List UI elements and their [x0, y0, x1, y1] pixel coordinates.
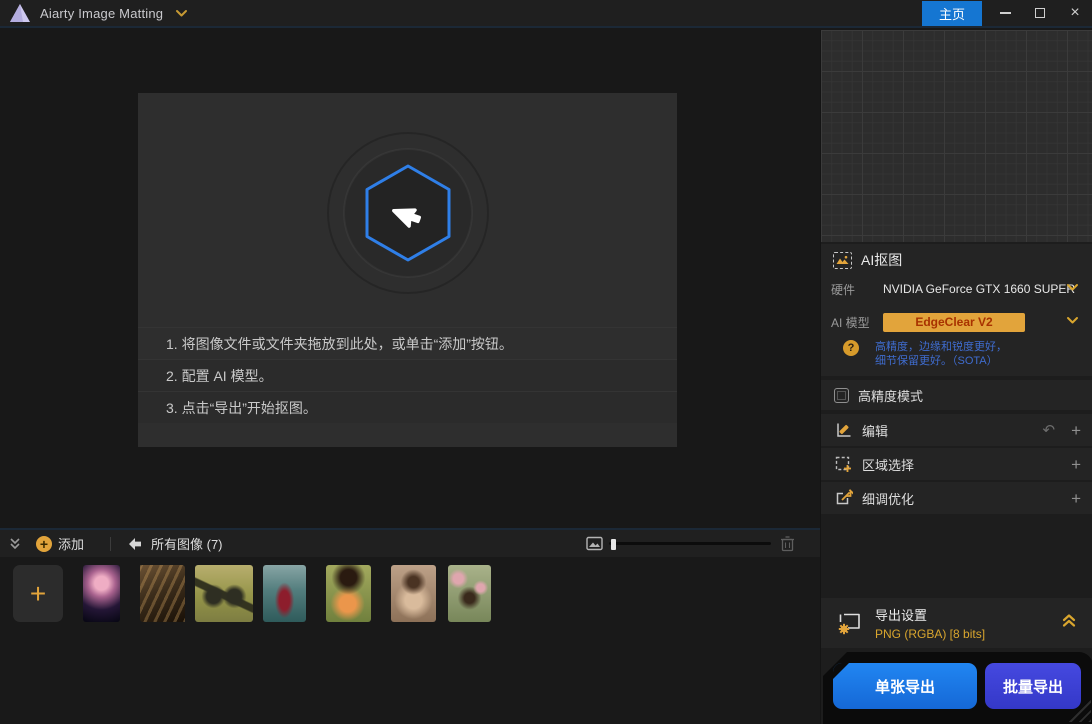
panel-region-expand-icon[interactable]: + [1071, 456, 1081, 473]
model-chevron-down-icon[interactable] [1066, 316, 1079, 325]
export-settings-texts: 导出设置 PNG (RGBA) [8 bits] [875, 605, 985, 641]
thumbnail-size-image-icon [586, 536, 603, 551]
instruction-step-1: 1. 将图像文件或文件夹拖放到此处，或单击“添加”按钮。 [138, 327, 677, 359]
slider-handle[interactable] [611, 539, 616, 550]
delete-image-button[interactable] [780, 535, 795, 552]
export-settings-icon [835, 608, 865, 638]
drop-area[interactable]: 1. 将图像文件或文件夹拖放到此处，或单击“添加”按钮。 2. 配置 AI 模型… [138, 93, 677, 447]
thumbnail-mountain-bike[interactable] [195, 565, 253, 622]
export-button-dock: 单张导出 批量导出 [823, 652, 1092, 724]
minimize-button[interactable] [992, 0, 1018, 26]
instruction-step-3: 3. 点击“导出”开始抠图。 [138, 391, 677, 423]
panel-edit-label: 编辑 [862, 421, 888, 440]
preview-transparency-grid [821, 30, 1092, 242]
hardware-value[interactable]: NVIDIA GeForce GTX 1660 SUPER [883, 282, 1075, 296]
toolbar-divider [110, 537, 111, 551]
add-images-button[interactable]: + 添加 [36, 534, 84, 553]
all-images-label: 所有图像 (7) [151, 534, 223, 553]
model-tip-row: ? 高精度，边缘和锐度更好， 细节保留更好。（SOTA） [821, 340, 1092, 368]
edit-icon [834, 421, 853, 440]
ai-matting-icon [833, 252, 852, 269]
help-icon[interactable]: ? [843, 340, 859, 356]
trash-icon [780, 535, 795, 552]
model-tip-text: 高精度，边缘和锐度更好， 细节保留更好。（SOTA） [875, 340, 1007, 368]
collapse-panel-double-chevron-down-icon[interactable] [8, 536, 22, 551]
ai-matting-section: AI抠图 硬件 NVIDIA GeForce GTX 1660 SUPER AI… [821, 244, 1092, 376]
thumbnail-size-slider[interactable] [609, 538, 771, 550]
instruction-steps: 1. 将图像文件或文件夹拖放到此处，或单击“添加”按钮。 2. 配置 AI 模型… [138, 327, 677, 423]
model-label: AI 模型 [831, 314, 883, 331]
model-tip-line2: 细节保留更好。（SOTA） [875, 354, 1007, 368]
panel-fine-tune[interactable]: 细调优化 + [821, 482, 1092, 514]
thumbnail-size-controls [586, 530, 771, 557]
region-select-icon [834, 455, 853, 474]
app-logo-icon [8, 3, 32, 23]
minimize-icon [1000, 12, 1011, 14]
hardware-chevron-down-icon[interactable] [1066, 283, 1079, 292]
home-button[interactable]: 主页 [922, 1, 982, 26]
app-menu-chevron-down-icon[interactable] [175, 9, 188, 18]
panel-fine-tune-expand-icon[interactable]: + [1071, 490, 1081, 507]
model-row: AI 模型 EdgeClear V2 [821, 309, 1092, 335]
all-images-back-button[interactable]: 所有图像 (7) [127, 534, 223, 553]
back-arrow-icon [127, 537, 143, 551]
precision-mode-checkbox[interactable] [834, 388, 849, 403]
export-format-value: PNG (RGBA) [8 bits] [875, 627, 985, 641]
thumbnail-woman-pink-flowers[interactable] [448, 565, 491, 622]
slider-track [609, 542, 771, 545]
model-select[interactable]: EdgeClear V2 [883, 313, 1025, 332]
undo-icon[interactable]: ↶ [1042, 423, 1055, 438]
export-settings-row[interactable]: 导出设置 PNG (RGBA) [8 bits] [821, 598, 1092, 648]
maximize-icon [1035, 8, 1045, 18]
main-canvas: 1. 将图像文件或文件夹拖放到此处，或单击“添加”按钮。 2. 配置 AI 模型… [0, 30, 820, 528]
model-tip-line1: 高精度，边缘和锐度更好， [875, 340, 1007, 354]
export-settings-title: 导出设置 [875, 605, 985, 624]
thumbnail-woman-orange-bouquet[interactable] [326, 565, 371, 622]
thumbnail-forest-roots[interactable] [140, 565, 185, 622]
thumbnail-strip: + [0, 557, 820, 724]
ai-matting-title: AI抠图 [861, 250, 902, 270]
precision-mode-row: 高精度模式 [821, 380, 1092, 410]
right-sidebar: AI抠图 硬件 NVIDIA GeForce GTX 1660 SUPER AI… [820, 30, 1092, 724]
bottom-toolbar: + 添加 所有图像 (7) [0, 530, 820, 557]
precision-mode-label: 高精度模式 [858, 386, 923, 405]
maximize-button[interactable] [1027, 0, 1053, 26]
panel-region-select-label: 区域选择 [862, 455, 914, 474]
panel-edit-expand-icon[interactable]: + [1071, 422, 1081, 439]
ai-matting-header: AI抠图 [821, 244, 1092, 276]
panel-edit[interactable]: 编辑 ↶ + [821, 414, 1092, 446]
add-plus-icon: + [36, 536, 52, 552]
instruction-step-2: 2. 配置 AI 模型。 [138, 359, 677, 391]
export-double-chevron-up-icon[interactable] [1061, 612, 1077, 628]
panel-fine-tune-label: 细调优化 [862, 489, 914, 508]
thumbnail-jellyfish[interactable] [83, 565, 120, 622]
thumbnail-woman-red-dress[interactable] [263, 565, 306, 622]
title-bar: Aiarty Image Matting 主页 × [0, 0, 1092, 28]
single-export-button[interactable]: 单张导出 [833, 663, 977, 709]
hardware-row: 硬件 NVIDIA GeForce GTX 1660 SUPER [821, 276, 1092, 302]
batch-export-button[interactable]: 批量导出 [985, 663, 1081, 709]
panel-region-select[interactable]: 区域选择 + [821, 448, 1092, 480]
app-title: Aiarty Image Matting [40, 6, 163, 21]
add-label: 添加 [58, 534, 84, 553]
close-button[interactable]: × [1062, 0, 1088, 26]
hardware-label: 硬件 [831, 281, 883, 298]
thumbnail-woman-sepia-garden[interactable] [391, 565, 436, 622]
drop-hexagon-cursor-icon [303, 108, 513, 318]
fine-tune-icon [834, 489, 853, 508]
add-image-tile[interactable]: + [13, 565, 63, 622]
